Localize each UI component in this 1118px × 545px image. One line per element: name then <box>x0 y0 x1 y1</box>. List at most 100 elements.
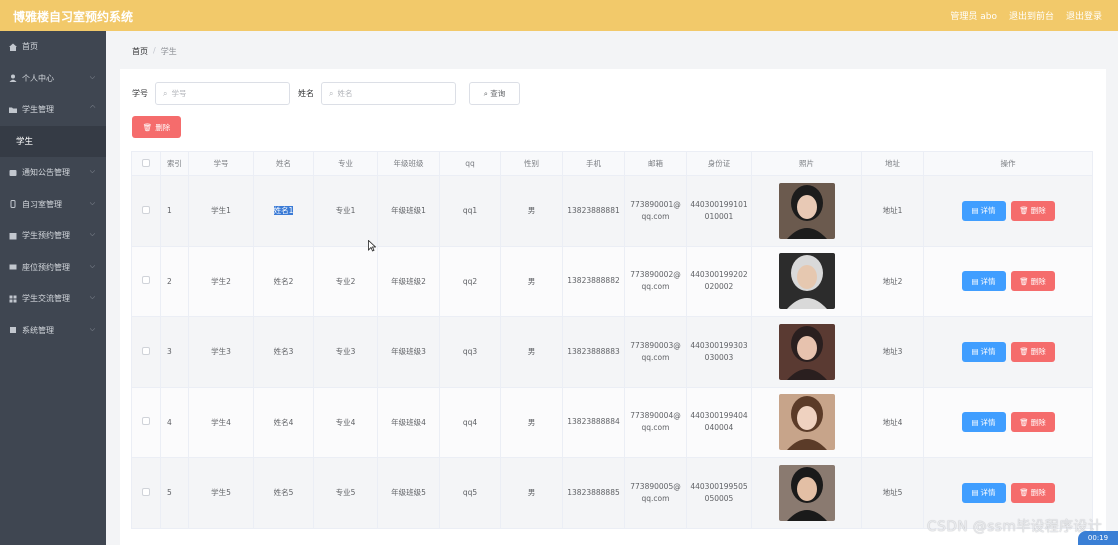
cell-grade: 年级班级5 <box>377 457 440 529</box>
admin-label: 管理员 abo <box>950 12 997 22</box>
sidebar-item-notice-management[interactable]: 通知公告管理 ⌵ <box>0 157 106 189</box>
row-checkbox[interactable] <box>131 175 161 247</box>
cell-student-no: 学生4 <box>188 386 254 458</box>
delete-button[interactable]: 🗑 删除 <box>1010 200 1055 221</box>
cell-grade: 年级班级2 <box>377 245 440 317</box>
name-placeholder: 姓名 <box>337 89 353 98</box>
table-row[interactable]: 4 学生4 姓名4 专业4 年级班级4 qq4 男 13823888884 773890004@… <box>131 386 1093 458</box>
cell-address: 地址3 <box>861 316 924 388</box>
column-header: 照片 <box>751 151 862 176</box>
sidebar-item-system-management[interactable]: 系统管理 ⌵ <box>0 315 106 347</box>
email-text: 773890004@qq.com <box>630 411 681 433</box>
sidebar-item-profile[interactable]: 个人中心 ⌵ <box>0 63 106 95</box>
query-button[interactable]: ⌕ 查询 <box>469 82 520 105</box>
cell-grade: 年级班级3 <box>377 316 440 388</box>
cell-idcard: 440300199303030003 <box>686 316 752 388</box>
cell-qq: qq2 <box>439 245 501 317</box>
student-no-label: 学号 <box>132 89 148 98</box>
name-input[interactable]: ⌕ 姓名 <box>321 82 456 105</box>
delete-button[interactable]: 🗑 删除 <box>1010 412 1055 433</box>
bell-icon <box>8 168 17 177</box>
delete-button-label: 删除 <box>1030 488 1046 498</box>
sidebar-item-student-exchange[interactable]: 学生交流管理 ⌵ <box>0 283 106 315</box>
delete-button[interactable]: 🗑 删除 <box>1010 482 1055 503</box>
phone-text: 13823888882 <box>567 276 620 286</box>
user-icon <box>8 74 17 83</box>
sidebar-item-room-management[interactable]: 自习室管理 ⌵ <box>0 189 106 221</box>
breadcrumb: 首页 / 学生 <box>132 46 177 57</box>
cell-photo <box>751 386 862 458</box>
column-header: 身份证 <box>686 151 752 176</box>
select-all-checkbox[interactable] <box>131 151 161 176</box>
cell-email: 773890003@qq.com <box>624 316 687 388</box>
timer-badge: 00:19 <box>1078 531 1118 545</box>
sidebar-item-home[interactable]: 首页 <box>0 31 106 63</box>
phone-text: 13823888883 <box>567 346 620 356</box>
delete-button-label: 删除 <box>1030 206 1046 216</box>
row-checkbox[interactable] <box>131 386 161 458</box>
table-row[interactable]: 3 学生3 姓名3 专业3 年级班级3 qq3 男 13823888883 773890003@… <box>131 316 1093 388</box>
column-header: 邮箱 <box>624 151 687 176</box>
phone-text: 13823888884 <box>567 417 620 427</box>
row-checkbox[interactable] <box>131 457 161 529</box>
batch-delete-button[interactable]: 🗑 删除 <box>132 116 181 138</box>
sidebar: 首页 个人中心 ⌵ 学生管理 ⌵ 学生 通知公告管理 ⌵ 自习室管理 ⌵ 学生预… <box>0 31 106 545</box>
cell-index: 2 <box>160 245 189 317</box>
cell-grade: 年级班级1 <box>377 175 440 247</box>
cell-major: 专业2 <box>313 245 378 317</box>
phone-text: 13823888885 <box>567 487 620 497</box>
top-right-links: 管理员 abo 退出到前台 退出登录 <box>950 9 1102 22</box>
trash-icon: 🗑 <box>1019 276 1029 286</box>
cell-photo <box>751 175 862 247</box>
detail-button[interactable]: ▤ 详情 <box>961 200 1006 221</box>
delete-button-label: 删除 <box>1030 347 1046 357</box>
sidebar-item-seat-booking[interactable]: 座位预约管理 ⌵ <box>0 252 106 284</box>
cell-name: 姓名5 <box>253 457 314 529</box>
top-bar: 博雅楼自习室预约系统 管理员 abo 退出到前台 退出登录 <box>0 0 1118 31</box>
cell-qq: qq3 <box>439 316 501 388</box>
calendar-icon <box>8 231 17 240</box>
row-checkbox[interactable] <box>131 316 161 388</box>
cell-major: 专业1 <box>313 175 378 247</box>
cell-email: 773890004@qq.com <box>624 386 687 458</box>
sidebar-item-label: 学生预约管理 <box>22 231 70 241</box>
sidebar-item-label: 通知公告管理 <box>22 168 70 178</box>
table-row[interactable]: 1 学生1 姓名1 专业1 年级班级1 qq1 男 13823888881 773890001@… <box>131 175 1093 247</box>
column-header: 性别 <box>500 151 563 176</box>
column-header: 年级班级 <box>377 151 440 176</box>
cell-name: 姓名3 <box>253 316 314 388</box>
student-photo <box>778 182 835 239</box>
detail-button[interactable]: ▤ 详情 <box>961 412 1006 433</box>
cell-photo <box>751 457 862 529</box>
chevron-down-icon: ⌵ <box>89 72 95 81</box>
detail-button[interactable]: ▤ 详情 <box>961 482 1006 503</box>
sidebar-item-label: 学生交流管理 <box>22 294 70 304</box>
watermark: CSDN @ssm毕设程序设计 <box>926 519 1102 535</box>
cell-name: 姓名4 <box>253 386 314 458</box>
column-header: 操作 <box>923 151 1093 176</box>
student-no-input[interactable]: ⌕ 学号 <box>155 82 290 105</box>
cell-gender: 男 <box>500 245 563 317</box>
detail-button[interactable]: ▤ 详情 <box>961 271 1006 292</box>
cell-major: 专业5 <box>313 457 378 529</box>
sidebar-subitem-student[interactable]: 学生 <box>0 125 106 157</box>
sidebar-item-student-management[interactable]: 学生管理 ⌵ <box>0 94 106 126</box>
sidebar-item-student-booking[interactable]: 学生预约管理 ⌵ <box>0 220 106 252</box>
email-text: 773890005@qq.com <box>630 481 681 503</box>
back-to-front-link[interactable]: 退出到前台 <box>1009 9 1054 22</box>
cell-index: 3 <box>160 316 189 388</box>
delete-button[interactable]: 🗑 删除 <box>1010 271 1055 292</box>
table-row[interactable]: 2 学生2 姓名2 专业2 年级班级2 qq2 男 13823888882 773890002@… <box>131 245 1093 317</box>
cell-gender: 男 <box>500 386 563 458</box>
detail-button[interactable]: ▤ 详情 <box>961 341 1006 362</box>
delete-button[interactable]: 🗑 删除 <box>1010 341 1055 362</box>
breadcrumb-home[interactable]: 首页 <box>132 46 148 57</box>
column-header: 姓名 <box>253 151 314 176</box>
detail-button-label: 详情 <box>980 276 996 286</box>
logout-link[interactable]: 退出登录 <box>1066 9 1102 22</box>
student-table: 索引 学号 姓名 专业 年级班级 qq 性别 手机 邮箱 身份证 照片 地址 操… <box>131 151 1093 529</box>
cell-address: 地址1 <box>861 175 924 247</box>
row-checkbox[interactable] <box>131 245 161 317</box>
cell-phone: 13823888884 <box>562 386 625 458</box>
search-icon: ⌕ <box>329 88 334 98</box>
